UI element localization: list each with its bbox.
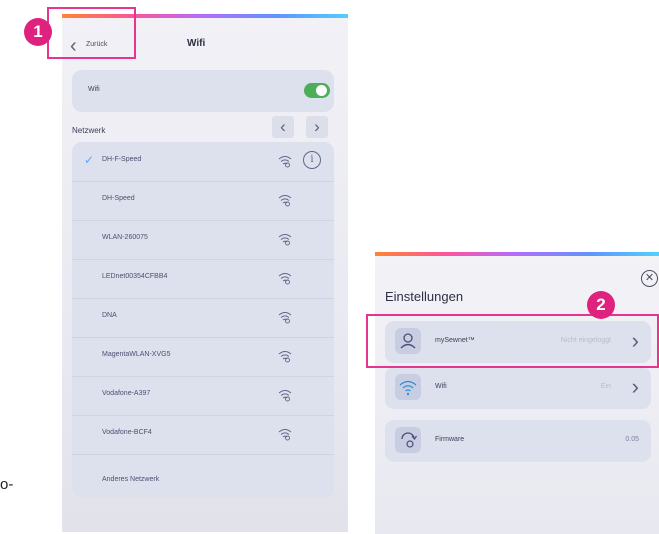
wifi-signal-icon xyxy=(278,232,292,246)
close-icon[interactable]: ✕ xyxy=(641,270,658,287)
wifi-signal-icon xyxy=(278,154,292,168)
network-item[interactable]: MagentaWLAN-XVG5 xyxy=(72,337,334,377)
network-name: LEDnet00354CFBB4 xyxy=(102,273,168,280)
settings-row-label: Wifi xyxy=(435,383,447,390)
settings-screen: ✕ Einstellungen mySewnet™ Nicht eingelog… xyxy=(375,252,659,534)
wifi-toggle[interactable] xyxy=(304,83,330,98)
wifi-icon xyxy=(395,374,421,400)
network-item[interactable]: Vodafone-A397 xyxy=(72,376,334,416)
settings-row-value: Ein xyxy=(600,383,611,390)
firmware-update-icon xyxy=(395,427,421,453)
chevron-right-icon: › xyxy=(631,374,639,399)
step-badge-2: 2 xyxy=(587,291,615,319)
wifi-signal-icon xyxy=(278,388,292,402)
top-color-strip xyxy=(375,252,659,256)
wifi-signal-icon xyxy=(278,310,292,324)
checkmark-icon: ✓ xyxy=(84,153,95,167)
toggle-knob xyxy=(316,85,327,96)
page-title: Wifi xyxy=(187,38,206,49)
network-item[interactable]: LEDnet00354CFBB4 xyxy=(72,259,334,299)
network-item[interactable]: DH-Speed xyxy=(72,181,334,221)
network-item[interactable]: WLAN-260075 xyxy=(72,220,334,260)
network-name: DH-Speed xyxy=(102,195,135,202)
wifi-signal-icon xyxy=(278,271,292,285)
network-item[interactable]: Vodafone-BCF4 xyxy=(72,415,334,455)
step-badge-1: 1 xyxy=(24,18,52,46)
wifi-label: Wifi xyxy=(88,86,100,93)
network-name: MagentaWLAN-XVG5 xyxy=(102,351,171,358)
highlight-mysewnet-row xyxy=(366,314,659,368)
network-item[interactable]: ✓ DH-F-Speed i xyxy=(72,142,334,182)
settings-row-wifi[interactable]: Wifi Ein › xyxy=(385,367,651,409)
highlight-back-button xyxy=(47,7,136,59)
network-name: Vodafone-A397 xyxy=(102,390,151,397)
previous-page-button[interactable]: ‹ xyxy=(272,116,294,138)
wifi-toggle-row: Wifi xyxy=(72,70,334,112)
settings-row-value: 0.05 xyxy=(625,436,639,443)
network-section-title: Netzwerk xyxy=(72,126,106,135)
wifi-settings-screen: ‹ Zurück Wifi Wifi Netzwerk ‹ › ✓ DH-F-Sp… xyxy=(62,14,348,532)
side-text: o- xyxy=(0,476,14,493)
network-name: Vodafone-BCF4 xyxy=(102,429,152,436)
network-list: ✓ DH-F-Speed i DH-Speed WLAN-260075 LEDnet003… xyxy=(72,142,334,498)
settings-title: Einstellungen xyxy=(385,289,464,304)
wifi-signal-icon xyxy=(278,427,292,441)
network-item[interactable]: DNA xyxy=(72,298,334,338)
network-name: DNA xyxy=(102,312,117,319)
settings-row-firmware[interactable]: Firmware 0.05 xyxy=(385,420,651,462)
network-name: WLAN-260075 xyxy=(102,234,148,241)
other-network-button[interactable]: Anderes Netzwerk xyxy=(102,476,159,483)
wifi-signal-icon xyxy=(278,349,292,363)
info-icon[interactable]: i xyxy=(303,151,321,169)
settings-row-label: Firmware xyxy=(435,436,465,443)
next-page-button[interactable]: › xyxy=(306,116,328,138)
wifi-signal-icon xyxy=(278,193,292,207)
network-name: DH-F-Speed xyxy=(102,156,142,163)
